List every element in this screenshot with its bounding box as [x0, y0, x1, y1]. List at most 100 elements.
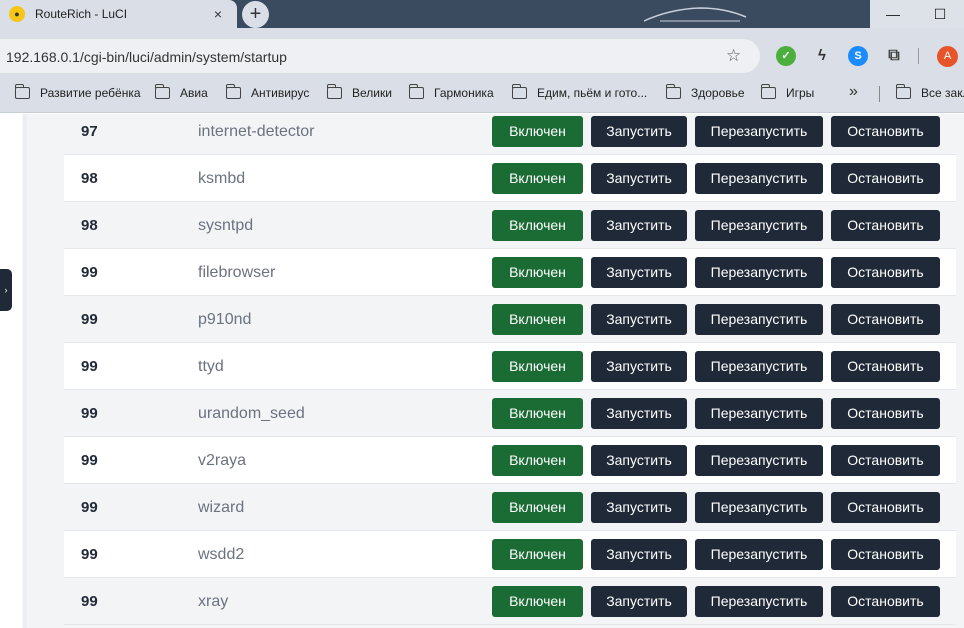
tab-close-icon[interactable]: ×: [209, 5, 227, 23]
start-button[interactable]: Запустить: [591, 210, 687, 241]
priority-cell: 99: [81, 311, 98, 328]
stop-button[interactable]: Остановить: [831, 116, 940, 147]
bookmark-folder[interactable]: Велики: [327, 84, 392, 101]
bookmark-label: Гармоника: [434, 86, 494, 100]
stop-button[interactable]: Остановить: [831, 539, 940, 570]
restart-button[interactable]: Перезапустить: [695, 116, 823, 147]
enabled-toggle-button[interactable]: Включен: [492, 398, 583, 429]
start-button[interactable]: Запустить: [591, 539, 687, 570]
lightning-extension-icon[interactable]: ϟ: [812, 46, 832, 66]
table-row: 99 urandom_seed Включен Запустить Перезапуст…: [64, 390, 956, 437]
start-button[interactable]: Запустить: [591, 351, 687, 382]
enabled-toggle-button[interactable]: Включен: [492, 116, 583, 147]
table-row: 99 filebrowser Включен Запустить Перезапусти…: [64, 249, 956, 296]
bookmark-folder[interactable]: Едим, пьём и гото...: [512, 84, 648, 101]
bookmark-folder[interactable]: Гармоника: [409, 84, 494, 101]
browser-toolbar: 192.168.0.1/cgi-bin/luci/admin/system/st…: [0, 28, 964, 73]
service-name-cell: xray: [198, 593, 229, 610]
sidebar-toggle-button[interactable]: ›: [0, 269, 12, 311]
extension-green-icon[interactable]: ✓: [776, 46, 796, 66]
service-name-cell: internet-detector: [198, 123, 315, 140]
restart-button[interactable]: Перезапустить: [695, 398, 823, 429]
stop-button[interactable]: Остановить: [831, 398, 940, 429]
start-button[interactable]: Запустить: [591, 492, 687, 523]
enabled-toggle-button[interactable]: Включен: [492, 445, 583, 476]
folder-icon: [327, 84, 342, 99]
restart-button[interactable]: Перезапустить: [695, 351, 823, 382]
table-row: 99 wizard Включен Запустить Перезапустить Ост…: [64, 484, 956, 531]
restart-button[interactable]: Перезапустить: [695, 210, 823, 241]
restart-button[interactable]: Перезапустить: [695, 304, 823, 335]
bookmarks-divider: [879, 86, 880, 102]
url-text[interactable]: 192.168.0.1/cgi-bin/luci/admin/system/st…: [6, 49, 287, 65]
bookmark-folder[interactable]: Антивирус: [226, 84, 309, 101]
stop-button[interactable]: Остановить: [831, 586, 940, 617]
priority-cell: 99: [81, 358, 98, 375]
stop-button[interactable]: Остановить: [831, 304, 940, 335]
bookmark-label: Велики: [352, 86, 392, 100]
enabled-toggle-button[interactable]: Включен: [492, 539, 583, 570]
bookmark-label: Авиа: [180, 86, 208, 100]
priority-cell: 99: [81, 405, 98, 422]
bookmark-folder[interactable]: Авиа: [155, 84, 208, 101]
start-button[interactable]: Запустить: [591, 163, 687, 194]
bookmark-folder[interactable]: Здоровье: [666, 84, 745, 101]
enabled-toggle-button[interactable]: Включен: [492, 304, 583, 335]
bookmark-folder[interactable]: Развитие ребёнка: [15, 84, 141, 101]
priority-cell: 99: [81, 499, 98, 516]
stop-button[interactable]: Остановить: [831, 351, 940, 382]
bookmark-folder[interactable]: Игры: [761, 84, 814, 101]
start-button[interactable]: Запустить: [591, 586, 687, 617]
bookmark-label: Едим, пьём и гото...: [537, 86, 648, 100]
maximize-button[interactable]: ☐: [916, 0, 964, 28]
enabled-toggle-button[interactable]: Включен: [492, 257, 583, 288]
bookmark-folder-all[interactable]: Все закл: [896, 84, 964, 101]
service-name-cell: urandom_seed: [198, 405, 305, 422]
car-theme-icon: [643, 7, 747, 22]
folder-icon: [409, 84, 424, 99]
stop-button[interactable]: Остановить: [831, 492, 940, 523]
bookmarks-overflow-icon[interactable]: »: [849, 83, 858, 101]
sidebar-rail: [0, 114, 22, 628]
restart-button[interactable]: Перезапустить: [695, 492, 823, 523]
restart-button[interactable]: Перезапустить: [695, 445, 823, 476]
restart-button[interactable]: Перезапустить: [695, 163, 823, 194]
address-bar[interactable]: 192.168.0.1/cgi-bin/luci/admin/system/st…: [0, 39, 760, 73]
stop-button[interactable]: Остановить: [831, 210, 940, 241]
start-button[interactable]: Запустить: [591, 257, 687, 288]
enabled-toggle-button[interactable]: Включен: [492, 210, 583, 241]
enabled-toggle-button[interactable]: Включен: [492, 586, 583, 617]
restart-button[interactable]: Перезапустить: [695, 586, 823, 617]
bookmark-label: Развитие ребёнка: [40, 86, 141, 100]
minimize-button[interactable]: —: [870, 0, 916, 28]
priority-cell: 97: [81, 123, 98, 140]
start-button[interactable]: Запустить: [591, 116, 687, 147]
enabled-toggle-button[interactable]: Включен: [492, 351, 583, 382]
shazam-extension-icon[interactable]: S: [848, 46, 868, 66]
bookmark-star-icon[interactable]: ☆: [726, 46, 741, 66]
profile-avatar[interactable]: A: [937, 46, 958, 67]
table-row: 98 ksmbd Включен Запустить Перезапустить Оста…: [64, 155, 956, 202]
stop-button[interactable]: Остановить: [831, 257, 940, 288]
extensions-puzzle-icon[interactable]: ⧉: [884, 46, 904, 66]
restart-button[interactable]: Перезапустить: [695, 539, 823, 570]
service-name-cell: p910nd: [198, 311, 252, 328]
new-tab-button[interactable]: +: [242, 1, 269, 28]
folder-icon: [15, 84, 30, 99]
stop-button[interactable]: Остановить: [831, 163, 940, 194]
start-button[interactable]: Запустить: [591, 445, 687, 476]
enabled-toggle-button[interactable]: Включен: [492, 163, 583, 194]
priority-cell: 99: [81, 452, 98, 469]
page-content: › 97 internet-detector Включен Запустить Пер…: [0, 114, 964, 628]
start-button[interactable]: Запустить: [591, 304, 687, 335]
enabled-toggle-button[interactable]: Включен: [492, 492, 583, 523]
table-row: 99 xray Включен Запустить Перезапустить Остан…: [64, 578, 956, 625]
stop-button[interactable]: Остановить: [831, 445, 940, 476]
browser-tab[interactable]: ● RouteRich - LuCI ×: [0, 0, 237, 30]
table-row: 99 p910nd Включен Запустить Перезапустить Ост…: [64, 296, 956, 343]
start-button[interactable]: Запустить: [591, 398, 687, 429]
table-row: 99 wsdd2 Включен Запустить Перезапустить Оста…: [64, 531, 956, 578]
restart-button[interactable]: Перезапустить: [695, 257, 823, 288]
priority-cell: 99: [81, 264, 98, 281]
service-name-cell: filebrowser: [198, 264, 276, 281]
